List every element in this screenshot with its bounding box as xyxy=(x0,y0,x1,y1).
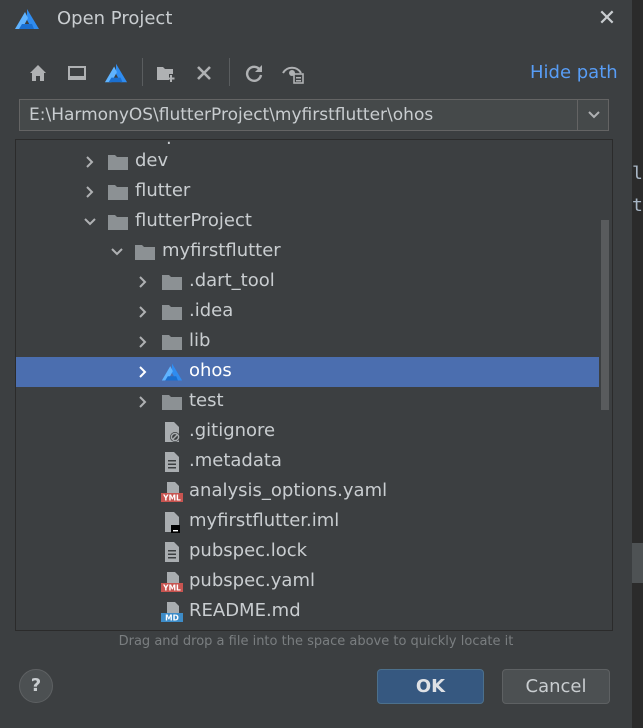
new-folder-icon[interactable] xyxy=(153,60,179,86)
delete-icon[interactable] xyxy=(191,60,217,86)
chevron-right-icon[interactable] xyxy=(136,304,150,318)
tree-row-label: flutter xyxy=(135,180,191,201)
tree-row-label: myfirstflutter.iml xyxy=(189,510,340,531)
tree-row-label: myfirstflutter xyxy=(162,240,281,261)
tree-row[interactable]: myfirstflutter.iml xyxy=(16,507,599,537)
folder-icon xyxy=(161,271,183,293)
desktop-icon[interactable] xyxy=(64,60,90,86)
tree-row[interactable]: .dart_tool xyxy=(16,267,599,297)
folder-icon xyxy=(107,181,129,203)
chevron-down-icon[interactable] xyxy=(110,244,124,258)
chevron-right-icon[interactable] xyxy=(83,184,97,198)
tree-row-selected[interactable]: ohos xyxy=(16,357,599,387)
tree-row[interactable]: flutter xyxy=(16,177,599,207)
tree-scrollbar[interactable] xyxy=(599,220,611,410)
folder-icon xyxy=(107,151,129,173)
tree-row[interactable]: YML analysis_options.yaml xyxy=(16,477,599,507)
tree-row-label: .metadata xyxy=(189,450,282,471)
svg-text:YML: YML xyxy=(162,584,181,593)
svg-text:MD: MD xyxy=(165,614,179,623)
tree-row[interactable]: .idea xyxy=(16,297,599,327)
help-button[interactable]: ? xyxy=(19,669,53,703)
close-icon[interactable]: ✕ xyxy=(595,8,619,32)
title-bar: Open Project ✕ xyxy=(0,0,632,40)
scrollbar-thumb[interactable] xyxy=(601,220,609,410)
folder-icon xyxy=(161,331,183,353)
toolbar: Hide path xyxy=(0,56,632,92)
tree-row[interactable]: flutterProject xyxy=(16,207,599,237)
editor-scroll-bar xyxy=(632,543,643,583)
tree-row-label: .gitignore xyxy=(189,420,276,441)
tree-row-label: .dart_tool xyxy=(189,270,275,291)
refresh-icon[interactable] xyxy=(241,60,267,86)
toolbar-separator xyxy=(229,58,230,86)
home-icon[interactable] xyxy=(25,60,51,86)
tree-row-label: pubspec.yaml xyxy=(189,570,315,591)
tree-row-label: test xyxy=(189,390,224,411)
path-input[interactable] xyxy=(20,100,577,130)
iml-file-icon xyxy=(161,511,183,533)
tree-row[interactable]: .gitignore xyxy=(16,417,599,447)
editor-char: l xyxy=(632,163,643,184)
chevron-right-icon[interactable] xyxy=(136,364,150,378)
file-tree[interactable]: . devflutterflutterProjectmyfirstflutter… xyxy=(15,139,613,631)
tree-row-label: README.md xyxy=(189,600,301,621)
dialog-title: Open Project xyxy=(57,8,173,29)
ok-button[interactable]: OK xyxy=(377,669,484,704)
tree-row[interactable]: test xyxy=(16,387,599,417)
chevron-right-icon[interactable] xyxy=(136,394,150,408)
chevron-down-icon xyxy=(587,111,600,119)
tree-row[interactable]: dev xyxy=(16,147,599,177)
project-logo-icon[interactable] xyxy=(103,60,129,86)
project-module-icon xyxy=(161,361,183,383)
background-editor-strip: l t xyxy=(632,0,643,728)
drag-drop-hint: Drag and drop a file into the space abov… xyxy=(118,634,514,649)
tree-row-label: flutterProject xyxy=(135,210,252,231)
yaml-file-icon: YML xyxy=(161,571,183,593)
yaml-file-icon: YML xyxy=(161,481,183,503)
folder-icon xyxy=(107,211,129,233)
tree-row[interactable]: .metadata xyxy=(16,447,599,477)
text-file-icon xyxy=(161,451,183,473)
svg-text:YML: YML xyxy=(162,494,181,503)
tree-row-label: .idea xyxy=(189,300,234,321)
folder-icon xyxy=(161,391,183,413)
text-file-icon xyxy=(161,541,183,563)
app-logo-icon xyxy=(15,9,39,29)
path-combobox[interactable] xyxy=(19,99,609,131)
path-dropdown-button[interactable] xyxy=(577,100,609,130)
markdown-file-icon: MD xyxy=(161,601,183,623)
tree-row[interactable]: MD README.md xyxy=(16,597,599,627)
folder-icon xyxy=(134,241,156,263)
open-project-dialog: Open Project ✕ Hide path E:\HarmonyOS\fl… xyxy=(0,0,632,728)
tree-row[interactable]: lib xyxy=(16,327,599,357)
editor-char: t xyxy=(632,195,643,216)
tree-row[interactable]: myfirstflutter xyxy=(16,237,599,267)
hide-path-link[interactable]: Hide path xyxy=(530,62,618,83)
tree-row-label: dev xyxy=(135,150,169,171)
toolbar-separator xyxy=(142,58,143,86)
chevron-down-icon[interactable] xyxy=(83,214,97,228)
chevron-right-icon[interactable] xyxy=(136,274,150,288)
tree-row-label: lib xyxy=(189,330,211,351)
ignore-file-icon xyxy=(161,421,183,443)
chevron-right-icon[interactable] xyxy=(83,154,97,168)
folder-icon xyxy=(161,301,183,323)
tree-row[interactable]: pubspec.lock xyxy=(16,537,599,567)
cancel-button[interactable]: Cancel xyxy=(502,669,610,704)
chevron-right-icon[interactable] xyxy=(136,334,150,348)
tree-row-label: pubspec.lock xyxy=(189,540,308,561)
tree-row[interactable]: YML pubspec.yaml xyxy=(16,567,599,597)
show-hidden-icon[interactable] xyxy=(280,60,306,86)
tree-row-label: analysis_options.yaml xyxy=(189,480,388,501)
tree-row-label: ohos xyxy=(189,360,232,381)
